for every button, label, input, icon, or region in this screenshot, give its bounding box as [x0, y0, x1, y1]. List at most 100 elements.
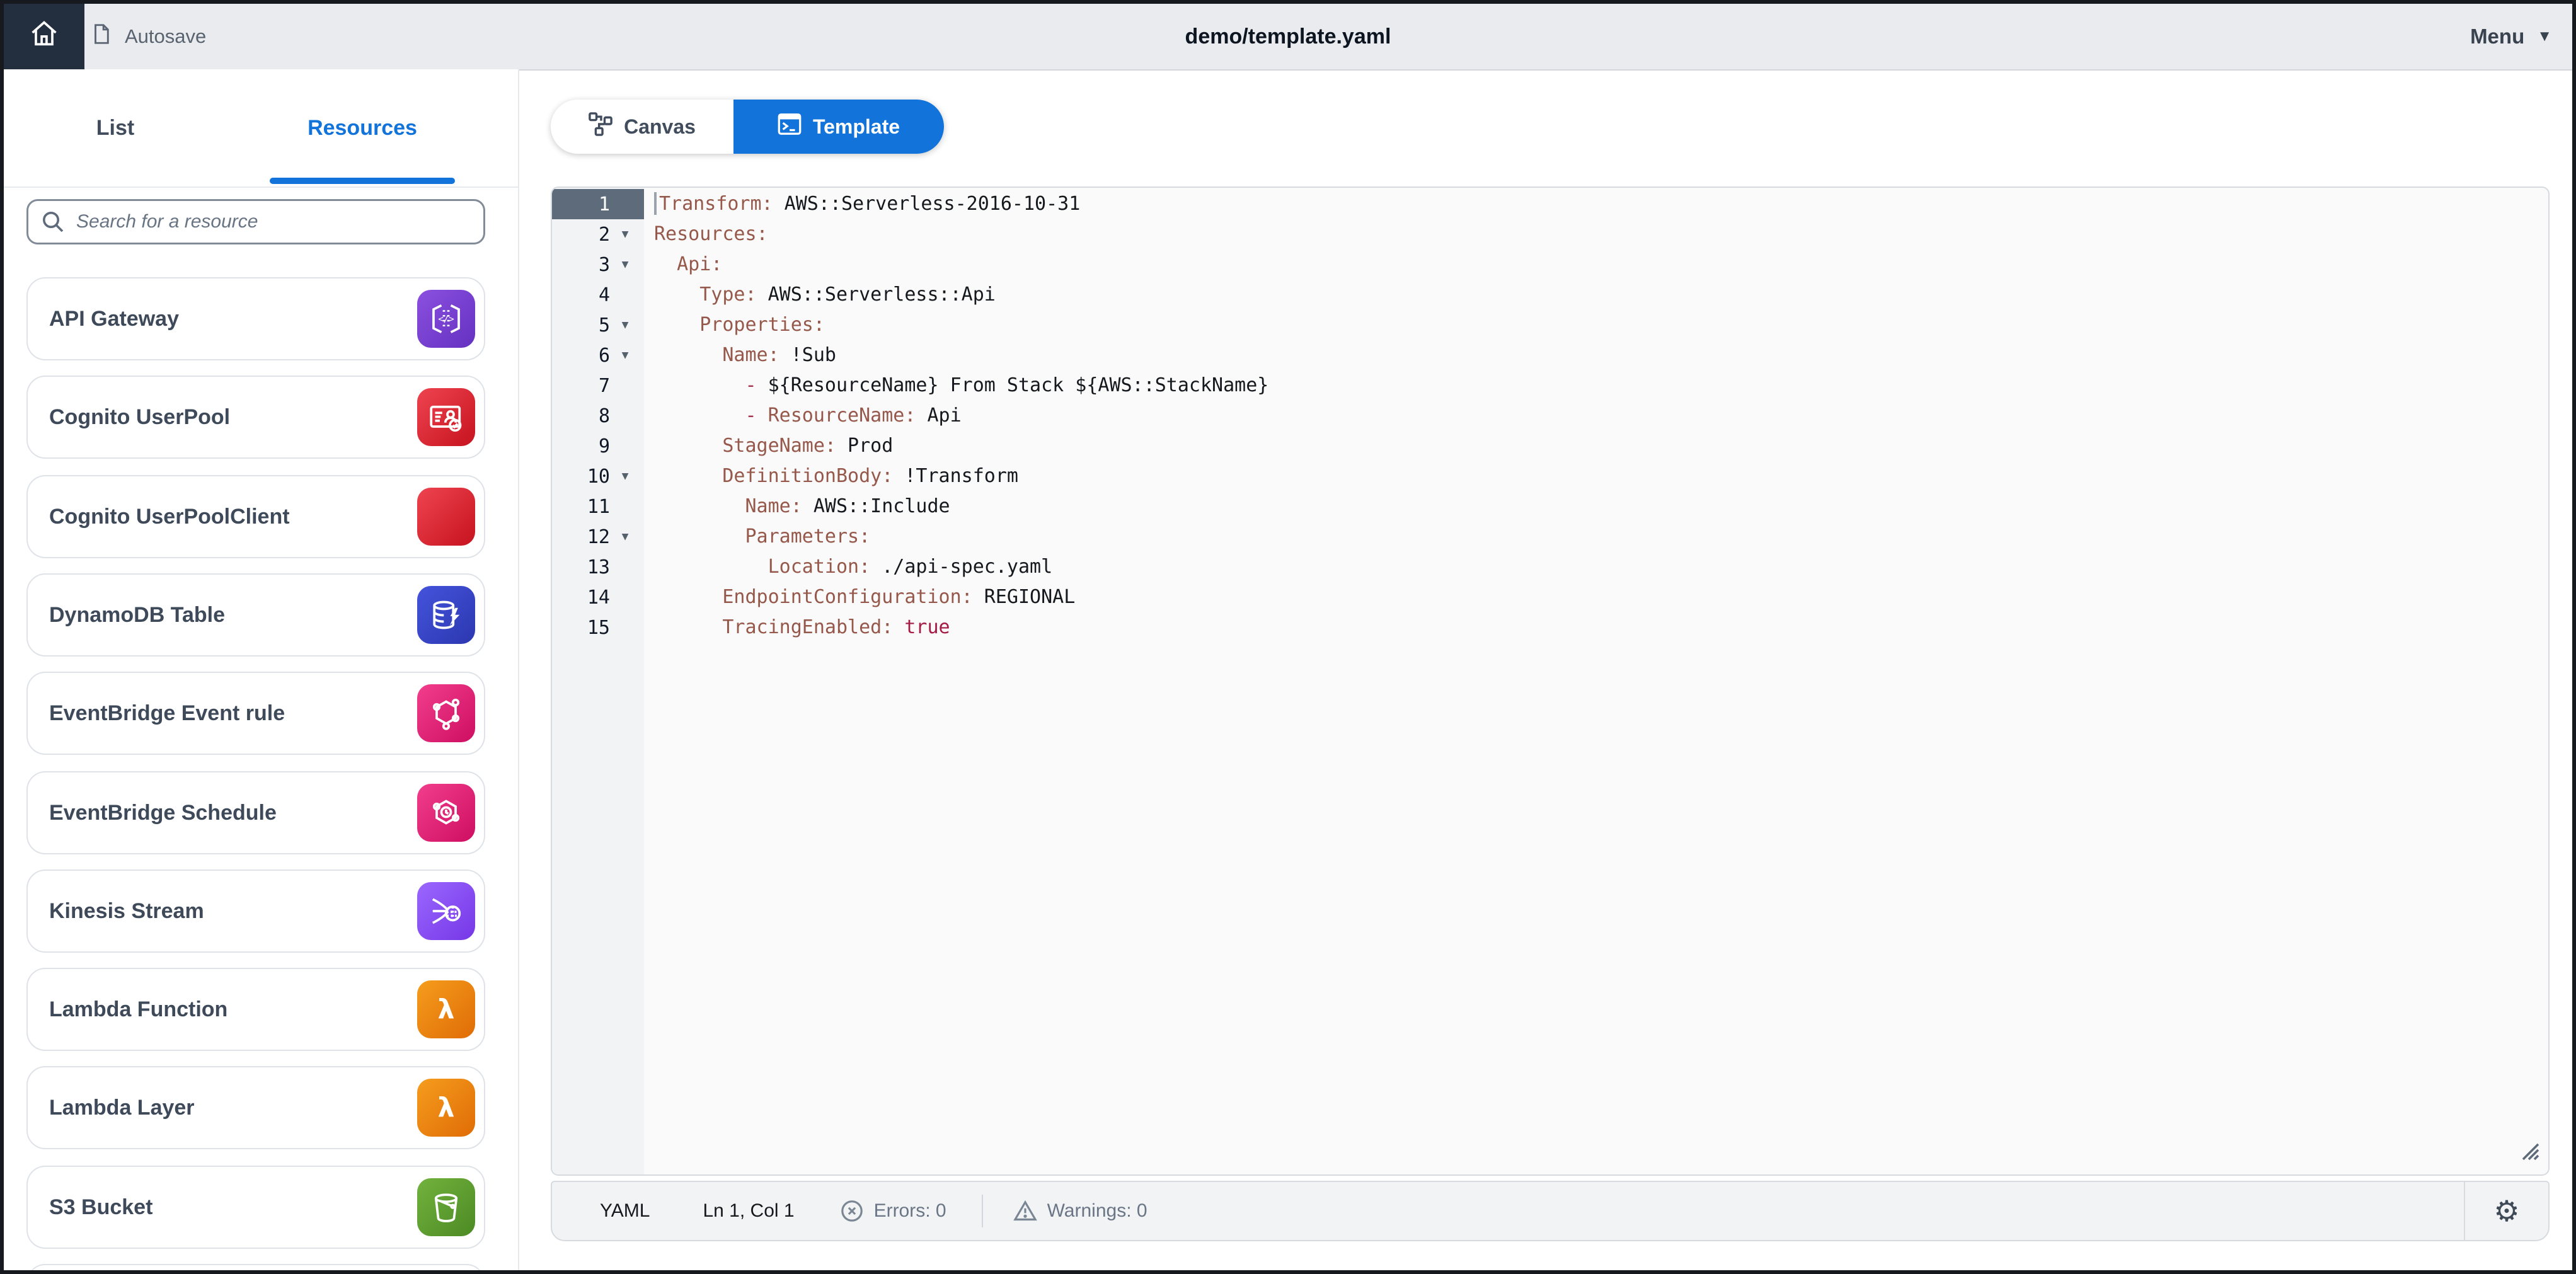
resource-label: Kinesis Stream	[28, 899, 417, 924]
editor-line-4[interactable]: 4 Type: AWS::Serverless::Api	[552, 280, 2548, 310]
gutter-cell[interactable]: 14	[552, 582, 644, 612]
resize-handle-icon[interactable]	[2516, 1137, 2541, 1167]
editor-line-10[interactable]: 10▼ DefinitionBody: !Transform	[552, 461, 2548, 491]
code-text: DefinitionBody: !Transform	[644, 461, 1018, 491]
editor-line-1[interactable]: 1Transform: AWS::Serverless-2016-10-31	[552, 189, 2548, 219]
line-number[interactable]: 1	[552, 193, 610, 215]
cursor-position: Ln 1, Col 1	[703, 1200, 794, 1222]
editor-line-2[interactable]: 2▼Resources:	[552, 219, 2548, 250]
gutter-cell[interactable]: 15	[552, 612, 644, 643]
resource-label: EventBridge Event rule	[28, 701, 417, 726]
line-number[interactable]: 3	[552, 254, 610, 276]
line-number[interactable]: 14	[552, 587, 610, 609]
editor-line-8[interactable]: 8 - ResourceName: Api	[552, 401, 2548, 431]
editor-line-14[interactable]: 14 EndpointConfiguration: REGIONAL	[552, 582, 2548, 612]
resource-card-eventbridge-schedule[interactable]: EventBridge Schedule	[26, 771, 485, 854]
line-number[interactable]: 11	[552, 496, 610, 518]
status-bar-main: YAML Ln 1, Col 1 Errors: 0 Warnings: 0	[552, 1195, 2464, 1227]
errors-label: Errors: 0	[874, 1200, 946, 1222]
warnings-label: Warnings: 0	[1047, 1200, 1147, 1222]
menu-label: Menu	[2470, 25, 2524, 49]
line-number[interactable]: 4	[552, 284, 610, 306]
code-text: Api:	[644, 250, 722, 280]
fold-toggle-icon[interactable]: ▼	[610, 531, 640, 542]
resource-card-cognito-userpool-client[interactable]: Cognito UserPoolClient	[26, 475, 485, 558]
resource-list: API Gateway</> Cognito UserPool Cognito Us…	[4, 69, 518, 1270]
menu-button[interactable]: Menu ▼	[2470, 4, 2552, 69]
line-number[interactable]: 10	[552, 466, 610, 488]
editor-line-9[interactable]: 9 StageName: Prod	[552, 431, 2548, 461]
gutter-cell[interactable]: 4	[552, 280, 644, 310]
editor-line-13[interactable]: 13 Location: ./api-spec.yaml	[552, 552, 2548, 582]
resource-card-partial[interactable]	[26, 1264, 485, 1274]
editor-line-11[interactable]: 11 Name: AWS::Include	[552, 491, 2548, 522]
editor-line-7[interactable]: 7 - ${ResourceName} From Stack ${AWS::St…	[552, 370, 2548, 401]
line-number[interactable]: 6	[552, 345, 610, 367]
gear-icon: ⚙	[2493, 1197, 2519, 1225]
gutter-cell[interactable]: 8	[552, 401, 644, 431]
code-text: Parameters:	[644, 522, 870, 552]
editor-line-12[interactable]: 12▼ Parameters:	[552, 522, 2548, 552]
gutter-cell[interactable]: 1	[552, 189, 644, 219]
editor-line-5[interactable]: 5▼ Properties:	[552, 310, 2548, 340]
line-number[interactable]: 8	[552, 405, 610, 427]
svg-text:λ: λ	[438, 995, 455, 1026]
code-text: StageName: Prod	[644, 431, 893, 461]
gutter-cell[interactable]: 11	[552, 491, 644, 522]
code-text: Name: !Sub	[644, 340, 836, 370]
sidebar: List Resources API Gateway</>Cognito Use…	[4, 69, 519, 1270]
editor-line-6[interactable]: 6▼ Name: !Sub	[552, 340, 2548, 370]
line-number[interactable]: 12	[552, 526, 610, 548]
gutter-cell[interactable]: 9	[552, 431, 644, 461]
settings-button[interactable]: ⚙	[2464, 1182, 2548, 1240]
code-text: Name: AWS::Include	[644, 491, 950, 522]
tab-template[interactable]: Template	[733, 100, 944, 154]
fold-toggle-icon[interactable]: ▼	[610, 350, 640, 361]
gutter-cell[interactable]: 3▼	[552, 250, 644, 280]
code-text: - ${ResourceName} From Stack ${AWS::Stac…	[644, 370, 1268, 401]
line-number[interactable]: 7	[552, 375, 610, 397]
warning-icon	[1013, 1199, 1037, 1223]
fold-toggle-icon[interactable]: ▼	[610, 319, 640, 331]
cognito-userpool-icon	[417, 388, 475, 446]
gutter-cell[interactable]: 2▼	[552, 219, 644, 250]
line-number[interactable]: 2	[552, 224, 610, 246]
gutter-cell[interactable]: 7	[552, 370, 644, 401]
line-number[interactable]: 13	[552, 556, 610, 578]
gutter-cell[interactable]: 10▼	[552, 461, 644, 491]
editor-line-15[interactable]: 15 TracingEnabled: true	[552, 612, 2548, 643]
language-indicator: YAML	[600, 1200, 650, 1222]
gutter-cell[interactable]: 5▼	[552, 310, 644, 340]
line-number[interactable]: 15	[552, 617, 610, 639]
resource-label: DynamoDB Table	[28, 603, 417, 628]
fold-toggle-icon[interactable]: ▼	[610, 471, 640, 482]
editor-line-3[interactable]: 3▼ Api:	[552, 250, 2548, 280]
line-number[interactable]: 5	[552, 314, 610, 336]
fold-toggle-icon[interactable]: ▼	[610, 259, 640, 270]
code-editor[interactable]: 1Transform: AWS::Serverless-2016-10-312▼…	[551, 187, 2550, 1176]
gutter-cell[interactable]: 6▼	[552, 340, 644, 370]
dynamodb-table-icon	[417, 586, 475, 644]
line-number[interactable]: 9	[552, 435, 610, 457]
app-window: Autosave demo/template.yaml Menu ▼ List …	[0, 0, 2576, 1274]
chevron-down-icon: ▼	[2537, 29, 2552, 44]
resource-card-api-gateway[interactable]: API Gateway</>	[26, 277, 485, 360]
resource-card-dynamodb-table[interactable]: DynamoDB Table	[26, 573, 485, 657]
code-text: Resources:	[644, 219, 768, 250]
resource-card-s3-bucket[interactable]: S3 Bucket	[26, 1166, 485, 1249]
svg-text:λ: λ	[438, 1093, 455, 1124]
resource-card-kinesis-stream[interactable]: Kinesis Stream	[26, 869, 485, 953]
tab-canvas[interactable]: Canvas	[551, 100, 733, 154]
window-title: demo/template.yaml	[4, 4, 2572, 69]
resource-card-cognito-userpool[interactable]: Cognito UserPool	[26, 376, 485, 459]
gutter-cell[interactable]: 12▼	[552, 522, 644, 552]
resource-card-eventbridge-event-rule[interactable]: EventBridge Event rule	[26, 672, 485, 755]
gutter-cell[interactable]: 13	[552, 552, 644, 582]
code-text: - ResourceName: Api	[644, 401, 962, 431]
editor-lines: 1Transform: AWS::Serverless-2016-10-312▼…	[552, 189, 2548, 643]
kinesis-stream-icon	[417, 882, 475, 940]
fold-toggle-icon[interactable]: ▼	[610, 229, 640, 240]
resource-card-lambda-function[interactable]: Lambda Functionλ	[26, 968, 485, 1051]
code-text: TracingEnabled: true	[644, 612, 950, 643]
resource-card-lambda-layer[interactable]: Lambda Layerλ	[26, 1066, 485, 1149]
